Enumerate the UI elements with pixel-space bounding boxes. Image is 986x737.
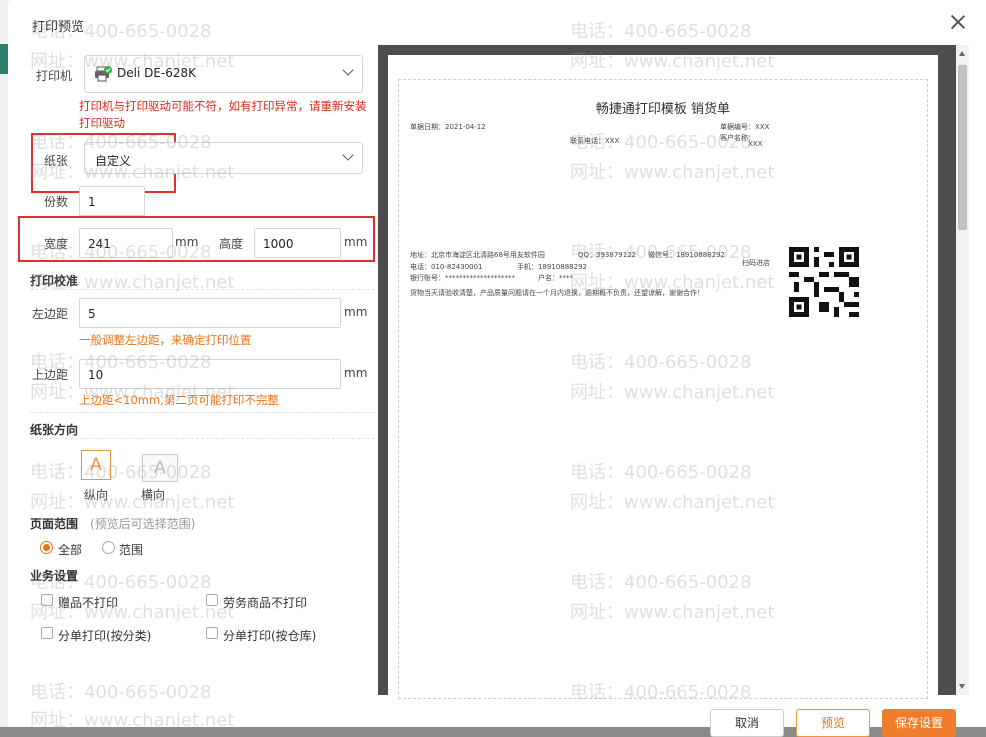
- preview-address: 地址：北京市海淀区北清路68号用友软件园: [410, 251, 545, 259]
- print-preview-dialog: 打印预览 打印机 Deli DE-628K 打印机与打印驱动可能不符，如有打印异…: [8, 0, 986, 737]
- scroll-up-icon[interactable]: [959, 51, 965, 56]
- printer-icon: [95, 66, 112, 82]
- width-value: 241: [88, 237, 111, 251]
- top-margin-value: 10: [88, 368, 104, 382]
- height-unit: mm: [344, 235, 368, 249]
- printer-value: Deli DE-628K: [117, 66, 197, 80]
- page-range-note: (预览后可选择范围): [90, 517, 196, 531]
- paper-value: 自定义: [95, 154, 132, 168]
- chevron-down-icon: [342, 64, 354, 76]
- preview-page: 畅捷通打印模板 销货单 单据日期：2021-04-12 单据编号：XXX 联系电…: [388, 55, 938, 699]
- save-settings-button[interactable]: 保存设置: [882, 709, 956, 737]
- divider: [30, 289, 375, 290]
- height-input[interactable]: 1000: [254, 228, 341, 258]
- height-value: 1000: [263, 237, 294, 251]
- preview-doc-no: 单据编号：XXX: [720, 123, 770, 131]
- copies-input[interactable]: 1: [79, 186, 145, 216]
- calibration-title: 打印校准: [30, 274, 79, 288]
- orientation-title: 纸张方向: [30, 423, 79, 437]
- print-preview-area[interactable]: 畅捷通打印模板 销货单 单据日期：2021-04-12 单据编号：XXX 联系电…: [378, 45, 956, 699]
- checkbox-service-label: 劳务商品不打印: [223, 596, 308, 610]
- cancel-button[interactable]: 取消: [710, 709, 784, 737]
- paper-label: 纸张: [44, 154, 69, 168]
- printer-select[interactable]: Deli DE-628K: [84, 55, 363, 93]
- left-margin-label: 左边距: [32, 307, 69, 321]
- preview-scrollbar[interactable]: [956, 45, 969, 695]
- radio-all-label: 全部: [58, 543, 83, 557]
- preview-date: 单据日期：2021-04-12: [410, 123, 486, 131]
- qr-code-icon: [789, 247, 859, 317]
- checkbox-split-warehouse[interactable]: [206, 627, 218, 639]
- checkbox-split-category[interactable]: [41, 627, 53, 639]
- radio-range[interactable]: [102, 541, 115, 554]
- height-label: 高度: [219, 237, 244, 251]
- background-strip: [0, 44, 8, 74]
- preview-wechat: 微信号：18910888292: [648, 251, 725, 259]
- preview-product: 户名：****: [538, 274, 573, 282]
- preview-qq: QQ：393879122: [578, 251, 637, 259]
- portrait-option[interactable]: A: [81, 450, 111, 480]
- page-range-title: 页面范围: [30, 517, 79, 531]
- preview-title: 畅捷通打印模板 销货单: [595, 102, 731, 117]
- landscape-option[interactable]: A: [142, 454, 178, 482]
- checkbox-gift-label: 赠品不打印: [58, 596, 119, 610]
- copies-value: 1: [88, 195, 96, 209]
- top-margin-input[interactable]: 10: [79, 359, 341, 389]
- preview-button[interactable]: 预览: [796, 709, 870, 737]
- preview-note: 货物当天请验收清楚，产品质量问题请在一个月内退换，逾期概不负责，还望谅解，谢谢合…: [410, 289, 704, 297]
- landscape-label: 横向: [141, 488, 166, 502]
- divider: [30, 412, 375, 413]
- printer-label: 打印机: [36, 69, 73, 83]
- top-margin-unit: mm: [344, 366, 368, 380]
- radio-all[interactable]: [40, 541, 53, 554]
- preview-scan: 扫码进店: [742, 259, 770, 267]
- preview-r2b: XXX: [748, 140, 763, 148]
- checkbox-split-category-label: 分单打印(按分类): [58, 629, 152, 643]
- top-margin-label: 上边距: [32, 368, 69, 382]
- checkbox-split-warehouse-label: 分单打印(按仓库): [223, 629, 317, 643]
- scroll-down-icon[interactable]: [959, 684, 965, 689]
- width-input[interactable]: 241: [79, 228, 173, 258]
- portrait-label: 纵向: [84, 488, 109, 502]
- scrollbar-thumb[interactable]: [958, 65, 967, 230]
- left-margin-hint: 一般调整左边距，来确定打印位置: [79, 333, 252, 347]
- width-unit: mm: [175, 235, 199, 249]
- checkbox-gift[interactable]: [41, 594, 53, 606]
- preview-bank: 银行账号：********************: [410, 274, 515, 282]
- business-title: 业务设置: [30, 569, 79, 583]
- left-margin-value: 5: [88, 307, 96, 321]
- copies-label: 份数: [44, 195, 69, 209]
- chevron-down-icon: [342, 149, 354, 161]
- preview-mobile: 手机：18910888292: [517, 263, 587, 271]
- preview-contact: 联系电话：XXX: [570, 137, 620, 145]
- close-icon[interactable]: [950, 14, 966, 30]
- top-margin-hint: 上边距<10mm,第二页可能打印不完整: [79, 393, 279, 407]
- preview-phone: 电话：010-82430001: [410, 263, 483, 271]
- width-label: 宽度: [44, 237, 69, 251]
- checkbox-service[interactable]: [206, 594, 218, 606]
- left-margin-input[interactable]: 5: [79, 298, 341, 328]
- page-border: [398, 79, 928, 699]
- radio-range-label: 范围: [119, 543, 144, 557]
- left-margin-unit: mm: [344, 305, 368, 319]
- divider: [30, 438, 375, 439]
- printer-warning: 打印机与打印驱动可能不符，如有打印异常，请重新安装打印驱动: [79, 99, 367, 130]
- paper-select[interactable]: 自定义: [84, 142, 363, 174]
- dialog-title: 打印预览: [32, 20, 85, 35]
